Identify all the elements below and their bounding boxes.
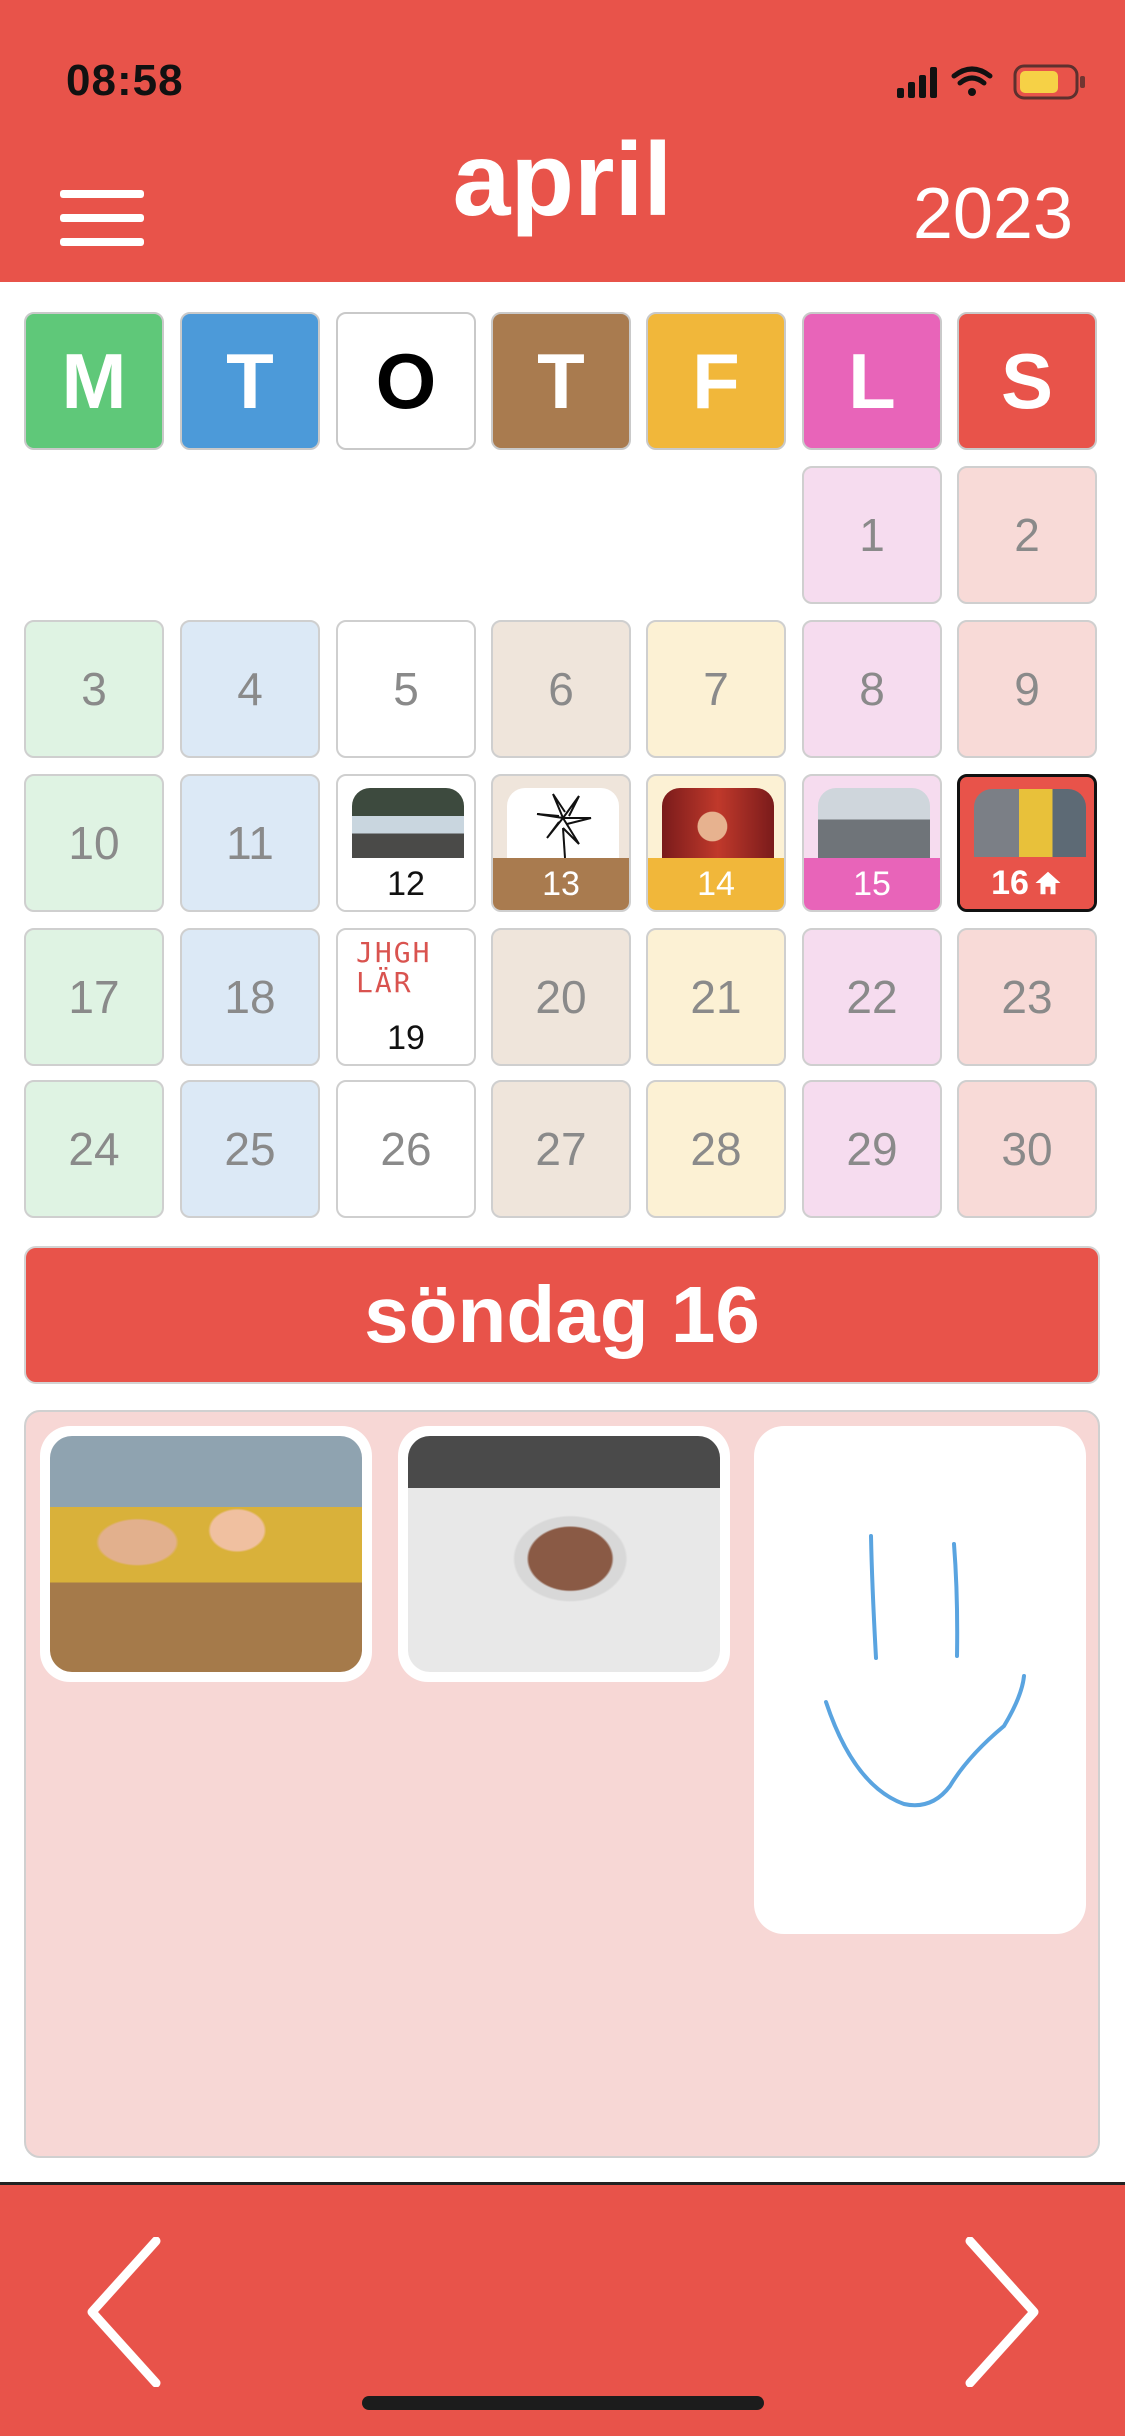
day-thumbnail bbox=[352, 788, 464, 858]
day-cell-11[interactable]: 11 bbox=[180, 774, 320, 912]
weekday-header-2: O bbox=[336, 312, 476, 450]
drawing-entry-smiley[interactable] bbox=[754, 1426, 1086, 1934]
day-cell-21[interactable]: 21 bbox=[646, 928, 786, 1066]
day-cell-27[interactable]: 27 bbox=[491, 1080, 631, 1218]
day-cell-23[interactable]: 23 bbox=[957, 928, 1097, 1066]
day-cell-1[interactable]: 1 bbox=[802, 466, 942, 604]
day-cell-14[interactable]: 14 bbox=[646, 774, 786, 912]
battery-icon bbox=[1013, 64, 1085, 100]
day-thumbnail bbox=[818, 788, 930, 858]
day-cell-12[interactable]: 12 bbox=[336, 774, 476, 912]
year-label: 2023 bbox=[912, 174, 1073, 254]
day-cell-7[interactable]: 7 bbox=[646, 620, 786, 758]
day-cell-24[interactable]: 24 bbox=[24, 1080, 164, 1218]
day-cell-16-today-selected[interactable]: 16 bbox=[957, 774, 1097, 912]
weekday-header-5: L bbox=[802, 312, 942, 450]
day-cell-18[interactable]: 18 bbox=[180, 928, 320, 1066]
weekday-header-3: T bbox=[491, 312, 631, 450]
weekday-header-1: T bbox=[180, 312, 320, 450]
day-cell-26[interactable]: 26 bbox=[336, 1080, 476, 1218]
day-thumbnail bbox=[662, 788, 774, 858]
day-cell-13[interactable]: 13 bbox=[491, 774, 631, 912]
weekday-header-0: M bbox=[24, 312, 164, 450]
selected-day-title: söndag 16 bbox=[24, 1246, 1100, 1384]
day-number: 13 bbox=[493, 858, 629, 910]
handwritten-note: JHGH LÄR bbox=[356, 936, 432, 999]
signal-icon bbox=[897, 67, 937, 98]
weekday-header-6: S bbox=[957, 312, 1097, 450]
day-cell-5[interactable]: 5 bbox=[336, 620, 476, 758]
day-number: 12 bbox=[338, 858, 474, 910]
day-number: 15 bbox=[804, 858, 940, 910]
weekday-header-4: F bbox=[646, 312, 786, 450]
wifi-icon bbox=[951, 66, 993, 96]
day-cell-28[interactable]: 28 bbox=[646, 1080, 786, 1218]
status-time: 08:58 bbox=[66, 56, 184, 105]
header-bar: 08:58 april 2023 bbox=[0, 0, 1125, 282]
smiley-drawing bbox=[824, 1534, 1026, 1808]
day-cell-30[interactable]: 30 bbox=[957, 1080, 1097, 1218]
day-cell-17[interactable]: 17 bbox=[24, 928, 164, 1066]
day-number: 19 bbox=[387, 1018, 425, 1057]
home-indicator bbox=[362, 2396, 764, 2410]
day-cell-22[interactable]: 22 bbox=[802, 928, 942, 1066]
day-cell-10[interactable]: 10 bbox=[24, 774, 164, 912]
day-cell-19[interactable]: JHGH LÄR 19 bbox=[336, 928, 476, 1066]
photo-entry-cake[interactable] bbox=[398, 1426, 730, 1682]
status-icons bbox=[897, 64, 1085, 100]
day-cell-3[interactable]: 3 bbox=[24, 620, 164, 758]
day-cell-15[interactable]: 15 bbox=[802, 774, 942, 912]
day-number: 14 bbox=[648, 858, 784, 910]
chevron-left-icon[interactable] bbox=[84, 2237, 164, 2387]
day-cell-4[interactable]: 4 bbox=[180, 620, 320, 758]
photo-entry-kids[interactable] bbox=[40, 1426, 372, 1682]
day-thumbnail bbox=[974, 789, 1086, 859]
day-cell-20[interactable]: 20 bbox=[491, 928, 631, 1066]
day-cell-29[interactable]: 29 bbox=[802, 1080, 942, 1218]
chevron-right-icon[interactable] bbox=[962, 2237, 1042, 2387]
day-cell-8[interactable]: 8 bbox=[802, 620, 942, 758]
day-cell-25[interactable]: 25 bbox=[180, 1080, 320, 1218]
day-cell-9[interactable]: 9 bbox=[957, 620, 1097, 758]
day-entries-panel bbox=[24, 1410, 1100, 2158]
home-icon bbox=[1035, 871, 1061, 895]
day-cell-6[interactable]: 6 bbox=[491, 620, 631, 758]
day-cell-2[interactable]: 2 bbox=[957, 466, 1097, 604]
day-number: 16 bbox=[991, 863, 1029, 902]
flower-doodle-thumbnail bbox=[507, 788, 619, 858]
